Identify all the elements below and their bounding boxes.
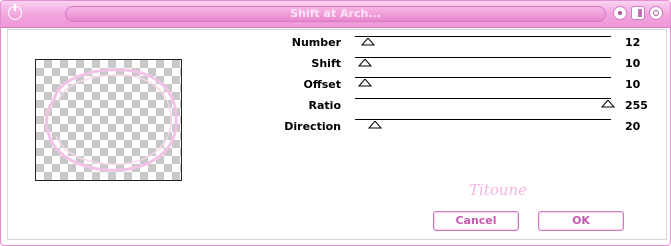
number-slider-track[interactable] [355, 36, 611, 37]
offset-slider-track[interactable] [355, 77, 611, 78]
ratio-label: Ratio [308, 99, 341, 112]
minimize-icon[interactable] [613, 6, 627, 20]
preview-canvas[interactable] [35, 59, 182, 181]
title-bar[interactable]: Shift at Arch... [1, 1, 670, 28]
ratio-slider-track[interactable] [355, 98, 611, 99]
direction-slider-thumb[interactable] [368, 121, 383, 129]
restore-icon[interactable] [631, 6, 645, 20]
number-slider-thumb[interactable] [360, 38, 375, 46]
preview-ring-shape [45, 68, 178, 172]
direction-slider-track[interactable] [355, 119, 611, 120]
shift-label: Shift [311, 57, 341, 70]
offset-value: 10 [625, 78, 641, 91]
cancel-button[interactable]: Cancel [433, 211, 519, 231]
window-title: Shift at Arch... [65, 6, 606, 22]
filter-dialog: Shift at Arch... Number 12 Shift 10 Offs… [0, 0, 671, 246]
shift-slider-track[interactable] [355, 57, 611, 58]
ratio-value: 255 [625, 99, 648, 112]
close-icon[interactable] [649, 6, 663, 20]
number-label: Number [291, 36, 341, 49]
author-signature: Titoune [469, 181, 528, 199]
number-value: 12 [625, 36, 641, 49]
offset-label: Offset [303, 78, 341, 91]
direction-label: Direction [284, 120, 341, 133]
ratio-slider-thumb[interactable] [601, 100, 615, 108]
power-icon[interactable] [8, 4, 22, 20]
shift-slider-thumb[interactable] [358, 59, 373, 67]
shift-value: 10 [625, 57, 641, 70]
ok-button[interactable]: OK [538, 211, 624, 231]
offset-slider-thumb[interactable] [358, 79, 373, 87]
direction-value: 20 [625, 120, 641, 133]
